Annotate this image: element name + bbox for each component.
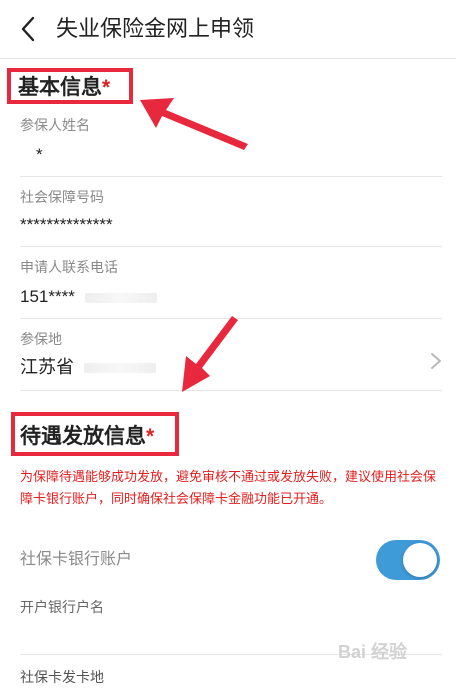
section-title-payment-text: 待遇发放信息 (20, 425, 146, 448)
insured-name-value: * (36, 145, 43, 164)
chevron-left-icon[interactable] (14, 14, 44, 44)
insured-place-selector[interactable]: 江苏省 (20, 356, 156, 378)
notice-text: 为保障待遇能够成功发放，避免审核不通过或发放失败，建议使用社会保障卡银行账户，同… (20, 469, 437, 506)
insured-name-label: 参保人姓名 (20, 117, 90, 133)
divider (20, 176, 442, 177)
required-mark: * (146, 425, 155, 448)
card-issue-place-label: 社保卡发卡地 (20, 669, 104, 685)
divider (20, 318, 442, 319)
masked-text (84, 363, 156, 374)
baidu-watermark: Bai 经验 (338, 642, 408, 662)
section-title-basic-text: 基本信息 (18, 76, 102, 99)
phone-field[interactable]: 151**** (20, 286, 157, 308)
section-title-basic: 基本信息* (18, 75, 110, 101)
insured-place-value: 江苏省 (20, 357, 74, 377)
required-mark: * (102, 76, 111, 99)
bank-account-label: 社保卡银行账户 (20, 551, 133, 568)
divider (20, 246, 442, 247)
phone-label: 申请人联系电话 (20, 259, 118, 275)
bank-account-toggle[interactable] (376, 540, 440, 580)
toggle-knob (403, 543, 437, 577)
masked-text (84, 292, 157, 303)
section-title-payment: 待遇发放信息* (20, 424, 154, 450)
social-security-no-value: ************** (20, 215, 113, 234)
app-header: 失业保险金网上申领 (0, 0, 456, 59)
divider (20, 390, 442, 391)
chevron-right-icon[interactable] (428, 352, 444, 370)
insured-place-label: 参保地 (20, 331, 62, 347)
account-holder-label: 开户银行户名 (20, 599, 104, 615)
page-title: 失业保险金网上申领 (56, 16, 255, 41)
social-security-no-label: 社会保障号码 (20, 189, 104, 205)
phone-value: 151**** (20, 287, 75, 306)
